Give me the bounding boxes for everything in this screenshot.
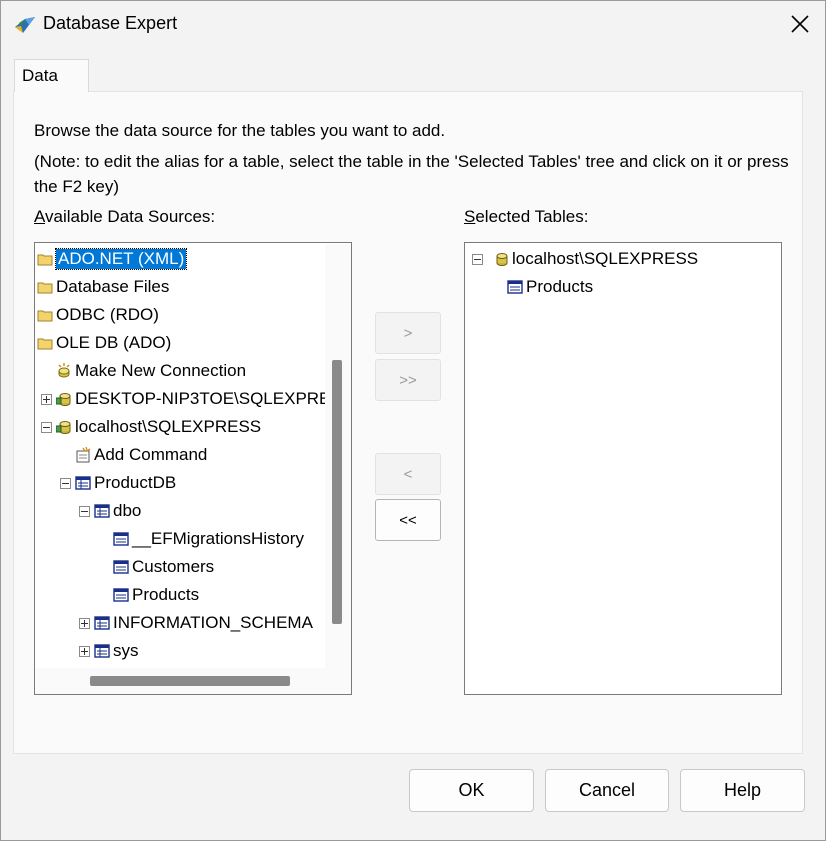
- collapse-minus-icon[interactable]: [41, 422, 52, 433]
- database-icon: [75, 476, 91, 490]
- tree-item-label: __EFMigrationsHistory: [132, 529, 304, 548]
- collapse-minus-icon[interactable]: [79, 506, 90, 517]
- tree-item-products[interactable]: Products: [113, 583, 199, 607]
- tree-item-ole-db-ado[interactable]: OLE DB (ADO): [37, 331, 171, 355]
- tree-item-label: localhost\SQLEXPRESS: [512, 249, 699, 268]
- tree-item-add-command[interactable]: Add Command: [75, 443, 207, 467]
- add-all-button[interactable]: >>: [375, 359, 441, 401]
- tree-item-sys[interactable]: sys: [94, 639, 139, 663]
- tab-label: Data: [22, 66, 58, 85]
- tab-data[interactable]: Data: [14, 59, 89, 92]
- server-icon: [496, 253, 508, 266]
- expand-plus-icon[interactable]: [79, 646, 90, 657]
- tree-item-label: sys: [113, 641, 139, 660]
- tree-item-productdb[interactable]: ProductDB: [75, 471, 176, 495]
- command-icon: [76, 447, 91, 463]
- available-data-sources-label: Available Data Sources:: [34, 207, 216, 226]
- tree-item-label: OLE DB (ADO): [56, 333, 172, 352]
- table-icon: [113, 588, 129, 602]
- folder-icon: [37, 254, 53, 266]
- cancel-button[interactable]: Cancel: [545, 769, 669, 812]
- horizontal-scrollbar-thumb[interactable]: [90, 676, 290, 686]
- expand-plus-icon[interactable]: [41, 394, 52, 405]
- server-icon: [56, 421, 71, 434]
- tree-item-label: dbo: [113, 501, 142, 520]
- selected-item-products[interactable]: Products: [507, 275, 593, 299]
- instruction-line-1: Browse the data source for the tables yo…: [34, 121, 446, 140]
- tree-item-label: ProductDB: [94, 473, 177, 492]
- tree-item-label: localhost\SQLEXPRESS: [75, 417, 262, 436]
- schema-icon: [94, 616, 110, 630]
- remove-button[interactable]: <: [375, 453, 441, 495]
- tree-item-database-files[interactable]: Database Files: [37, 275, 169, 299]
- tree-item-label: DESKTOP-NIP3TOE\SQLEXPRESS: [75, 389, 352, 408]
- schema-icon: [94, 504, 110, 518]
- close-button[interactable]: [777, 1, 823, 47]
- tree-item-odbc-rdo[interactable]: ODBC (RDO): [37, 303, 159, 327]
- tree-item-information-schema[interactable]: INFORMATION_SCHEMA: [94, 611, 313, 635]
- database-expert-dialog: Database Expert Data Browse the data sou…: [0, 0, 826, 841]
- table-icon: [507, 280, 523, 294]
- tree-item-desktop-server[interactable]: DESKTOP-NIP3TOE\SQLEXPRESS: [56, 387, 352, 411]
- horizontal-scrollbar[interactable]: [36, 668, 351, 694]
- crystal-reports-icon: [13, 13, 37, 37]
- selected-tables-tree[interactable]: localhost\SQLEXPRESS Products: [464, 242, 782, 695]
- folder-icon: [37, 338, 53, 350]
- selected-item-localhost-server[interactable]: localhost\SQLEXPRESS: [493, 247, 698, 271]
- help-button[interactable]: Help: [680, 769, 805, 812]
- tree-item-label: Make New Connection: [75, 361, 247, 380]
- new-connection-icon: [58, 363, 70, 378]
- instruction-line-2: (Note: to edit the alias for a table, se…: [34, 152, 789, 196]
- add-button[interactable]: >: [375, 312, 441, 354]
- window-title: Database Expert: [43, 13, 178, 33]
- selected-tables-label: Selected Tables:: [464, 207, 589, 226]
- tree-item-label: Customers: [132, 557, 215, 576]
- tree-item-efmigrationshistory[interactable]: __EFMigrationsHistory: [113, 527, 304, 551]
- close-icon: [791, 15, 809, 33]
- vertical-scrollbar-thumb[interactable]: [332, 360, 342, 624]
- tree-item-localhost-server[interactable]: localhost\SQLEXPRESS: [56, 415, 261, 439]
- tree-item-ado-net-xml[interactable]: ADO.NET (XML): [37, 247, 188, 271]
- tree-item-label: Products: [526, 277, 594, 296]
- tree-item-label: Database Files: [56, 277, 170, 296]
- available-data-sources-tree[interactable]: ADO.NET (XML) Database Files ODBC (RDO) …: [34, 242, 352, 695]
- ok-button[interactable]: OK: [409, 769, 534, 812]
- tree-item-label: INFORMATION_SCHEMA: [113, 613, 313, 632]
- schema-icon: [94, 644, 110, 658]
- tree-item-label: Add Command: [94, 445, 208, 464]
- tree-item-label: Products: [132, 585, 200, 604]
- folder-icon: [37, 282, 53, 294]
- tree-item-label: ODBC (RDO): [56, 305, 159, 324]
- collapse-minus-icon[interactable]: [472, 254, 483, 265]
- table-icon: [113, 532, 129, 546]
- instructions: Browse the data source for the tables yo…: [34, 118, 794, 199]
- remove-all-button[interactable]: <<: [375, 499, 441, 541]
- folder-icon: [37, 310, 53, 322]
- tree-item-make-new-connection[interactable]: Make New Connection: [56, 359, 246, 383]
- title-bar: Database Expert: [1, 1, 825, 47]
- tree-item-dbo[interactable]: dbo: [94, 499, 141, 523]
- tree-item-customers[interactable]: Customers: [113, 555, 214, 579]
- expand-plus-icon[interactable]: [79, 618, 90, 629]
- collapse-minus-icon[interactable]: [60, 478, 71, 489]
- table-icon: [113, 560, 129, 574]
- vertical-scrollbar[interactable]: [325, 244, 351, 668]
- tree-item-label: ADO.NET (XML): [54, 248, 188, 270]
- server-icon: [56, 393, 71, 406]
